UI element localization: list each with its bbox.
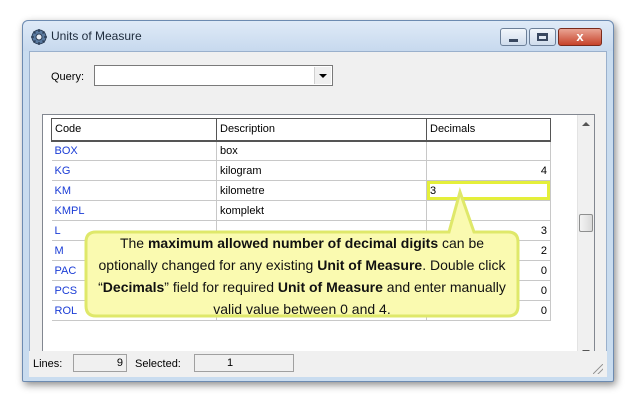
tooltip-callout: The maximum allowed number of decimal di…	[80, 186, 524, 322]
chevron-down-icon	[319, 74, 327, 78]
column-header-code[interactable]: Code	[51, 118, 217, 142]
lines-count: 9	[73, 354, 127, 372]
edit-highlight	[427, 181, 550, 200]
description-cell[interactable]: kilometre	[216, 180, 427, 201]
table-row[interactable]: KMPL komplekt	[51, 200, 551, 221]
callout-bold-part: Unit of Measure	[277, 279, 383, 295]
code-cell[interactable]: KM	[51, 180, 217, 201]
close-icon: x	[576, 29, 584, 44]
description-cell[interactable]: box	[216, 140, 427, 161]
query-dropdown-button[interactable]	[314, 67, 331, 84]
units-of-measure-window: Units of Measure x Query: Code Descripti…	[22, 20, 614, 382]
code-cell[interactable]: KG	[51, 160, 217, 181]
decimals-cell-editing[interactable]: 3	[426, 180, 551, 201]
callout-text-part: ” field for required	[164, 279, 278, 295]
callout-text: The maximum allowed number of decimal di…	[90, 232, 514, 320]
table-row[interactable]: KG kilogram 4	[51, 160, 551, 181]
decimals-cell[interactable]	[426, 140, 551, 161]
description-cell[interactable]: kilogram	[216, 160, 427, 181]
code-cell[interactable]: KMPL	[51, 200, 217, 221]
decimals-cell[interactable]	[426, 200, 551, 221]
window-title: Units of Measure	[51, 29, 142, 43]
description-cell[interactable]: komplekt	[216, 200, 427, 221]
scroll-thumb[interactable]	[579, 214, 593, 232]
units-gear-icon	[31, 29, 47, 45]
lines-label: Lines:	[33, 358, 63, 370]
callout-bold-part: Unit of Measure	[317, 257, 423, 273]
header-row: Code Description Decimals	[51, 118, 551, 142]
selected-count: 1	[194, 354, 294, 372]
minimize-button[interactable]	[500, 28, 527, 46]
column-header-description[interactable]: Description	[216, 118, 427, 142]
minimize-icon	[509, 39, 518, 42]
callout-bold-part: Decimals	[102, 279, 165, 295]
resize-grip-icon[interactable]	[593, 364, 603, 374]
scroll-up-icon[interactable]	[582, 122, 590, 126]
window-client-area: Query: Code Description Decimals BOX box…	[29, 51, 607, 377]
close-button[interactable]: x	[558, 28, 602, 46]
callout-bold-part: maximum allowed number of decimal digits	[147, 235, 439, 251]
maximize-icon	[537, 33, 548, 41]
query-label: Query:	[51, 71, 85, 83]
status-bar: Lines: 9 Selected: 1	[29, 351, 607, 377]
selected-label: Selected:	[135, 358, 181, 370]
table-row[interactable]: BOX box	[51, 140, 551, 161]
callout-text-part: The	[119, 235, 148, 251]
query-dropdown[interactable]	[94, 65, 333, 86]
title-bar[interactable]: Units of Measure x	[23, 21, 613, 51]
vertical-scrollbar[interactable]	[577, 115, 594, 361]
table-row[interactable]: KM kilometre 3	[51, 180, 551, 201]
maximize-button[interactable]	[529, 28, 556, 46]
code-cell[interactable]: BOX	[51, 140, 217, 161]
column-header-decimals[interactable]: Decimals	[426, 118, 551, 142]
decimals-cell[interactable]: 4	[426, 160, 551, 181]
